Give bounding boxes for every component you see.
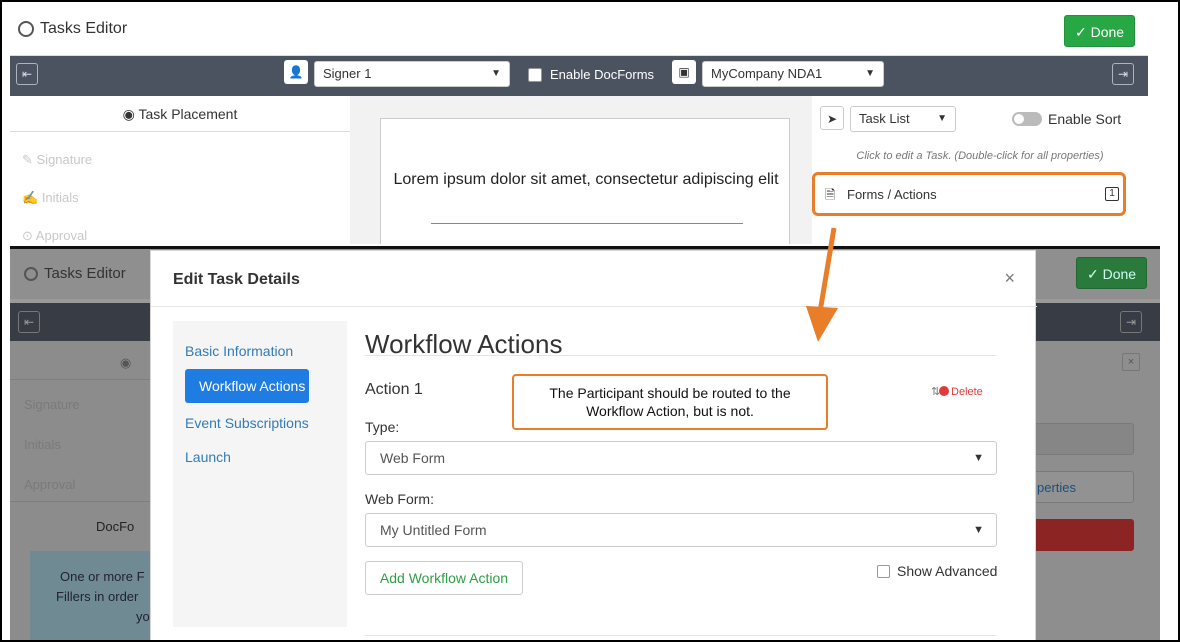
initials-label: Initials (41, 190, 79, 205)
chevron-down-icon: ▼ (865, 68, 875, 79)
approval-icon: ⊙ (22, 228, 36, 243)
enable-sort-toggle[interactable] (1012, 112, 1042, 126)
task-placement-header: ◉ Task Placement (10, 96, 350, 132)
count-badge: 1 (1105, 187, 1119, 201)
add-workflow-action-button[interactable]: Add Workflow Action (365, 561, 523, 595)
done-button[interactable]: ✓ Done (1064, 15, 1136, 47)
top-screenshot: Tasks Editor ✓ Done ⇤ 👤 Signer 1 ▼ Enable… (10, 6, 1148, 244)
type-select-value: Web Form (380, 450, 446, 466)
close-icon[interactable]: × (1122, 353, 1140, 371)
delete-icon[interactable] (939, 386, 949, 396)
enable-docforms-label: Enable DocForms (550, 67, 655, 82)
web-form-label: Web Form: (365, 491, 434, 507)
collapse-right-icon[interactable]: ⇥ (1120, 311, 1142, 333)
nav-event-subscriptions[interactable]: Event Subscriptions (185, 415, 309, 431)
initials-icon: ✍ (22, 190, 42, 205)
title-bar: Tasks Editor ✓ Done (10, 6, 1148, 56)
task-placement-pane: ◉ Task Placement ✎ Signature ✍ Initials … (10, 96, 350, 244)
enable-docforms-checkbox[interactable] (528, 68, 542, 82)
document-page: Lorem ipsum dolor sit amet, consectetur … (380, 118, 790, 244)
type-label: Type: (365, 419, 400, 435)
screenshot-frame: { "top": { "title": "Tasks Editor", "don… (0, 0, 1180, 642)
view-select-value: Task List (859, 111, 910, 126)
show-advanced-label: Show Advanced (897, 563, 998, 579)
dimmed-initials-label: Initials (24, 437, 61, 452)
signature-icon: ✎ (22, 152, 37, 167)
view-select[interactable]: Task List ▼ (850, 106, 956, 132)
enable-sort-label: Enable Sort (1048, 111, 1122, 127)
initials-task[interactable]: ✍ Initials (22, 190, 79, 206)
info-line-2: Fillers in order (56, 589, 139, 604)
forms-actions-label: Forms / Actions (847, 187, 937, 202)
dimmed-signature-item: Signature (24, 397, 80, 412)
chevron-down-icon: ▼ (973, 524, 984, 536)
delete-link[interactable]: Delete (951, 386, 983, 398)
dimmed-window-title: Tasks Editor (44, 265, 126, 282)
target-icon: ◉ (122, 106, 139, 122)
annotation-callout: The Participant should be routed to the … (512, 374, 828, 430)
dimmed-docforms-label: DocFo (96, 519, 135, 534)
document-divider (431, 223, 743, 224)
dimmed-done-button[interactable]: ✓ Done (1076, 257, 1148, 289)
dimmed-approval-label: Approval (24, 477, 76, 492)
web-form-select[interactable]: My Untitled Form ▼ (365, 513, 997, 547)
tasks-editor-icon (24, 267, 38, 281)
divider (10, 501, 155, 502)
edit-task-details-modal: Edit Task Details × Basic Information Wo… (150, 250, 1037, 640)
dimmed-info-box: One or more F Fillers in order yo (30, 551, 155, 640)
forms-actions-item[interactable]: 🗎 Forms / Actions 1 (812, 172, 1126, 216)
document-select[interactable]: MyCompany NDA1 ▼ (702, 61, 884, 87)
dimmed-right-pane: × perties (1018, 341, 1160, 640)
signature-task[interactable]: ✎ Signature (22, 152, 92, 168)
tasks-editor-icon (18, 21, 34, 37)
dimmed-properties-label: perties (1037, 480, 1077, 495)
user-icon: 👤 (284, 60, 308, 84)
approval-label: Approval (35, 228, 88, 243)
show-advanced-checkbox[interactable] (877, 565, 890, 578)
action-title: Action 1 (365, 381, 423, 398)
nav-workflow-actions[interactable]: Workflow Actions (185, 369, 309, 403)
close-icon[interactable]: × (1004, 268, 1015, 289)
heading-divider (365, 355, 997, 356)
nav-basic-information[interactable]: Basic Information (185, 343, 293, 359)
document-canvas: Lorem ipsum dolor sit amet, consectetur … (350, 96, 812, 244)
chevron-down-icon: ▼ (937, 113, 947, 124)
info-line-3: yo (136, 609, 150, 624)
footer-divider (365, 635, 997, 636)
dimmed-approval-item: Approval (24, 477, 75, 492)
document-text: Lorem ipsum dolor sit amet, consectetur … (393, 171, 779, 188)
modal-nav: Basic Information Workflow Actions Event… (173, 321, 347, 627)
toolbar: ⇤ 👤 Signer 1 ▼ Enable DocForms ▣ MyCompan… (10, 56, 1148, 96)
chevron-down-icon: ▼ (973, 452, 984, 464)
pointer-icon[interactable]: ➤ (820, 106, 844, 130)
task-list-pane: ➤ Task List ▼ Enable Sort Click to edit a… (812, 96, 1148, 244)
window-title: Tasks Editor (40, 20, 128, 37)
task-placement-title: Task Placement (138, 106, 238, 122)
nav-launch[interactable]: Launch (185, 449, 231, 465)
signer-select[interactable]: Signer 1 ▼ (314, 61, 510, 87)
collapse-left-icon[interactable]: ⇤ (16, 63, 38, 85)
task-list-hint: Click to edit a Task. (Double-click for … (856, 150, 1104, 162)
dimmed-left-pane: ◉ Signature Initials Approval DocFo One … (10, 341, 155, 640)
signature-label: Signature (36, 152, 93, 167)
collapse-right-icon[interactable]: ⇥ (1112, 63, 1134, 85)
modal-header: Edit Task Details × (151, 251, 1037, 307)
target-icon: ◉ (120, 355, 132, 370)
document-icon: 🗎 (825, 187, 836, 202)
callout-line-2: Workflow Action, but is not. (586, 403, 754, 419)
collapse-left-icon[interactable]: ⇤ (18, 311, 40, 333)
approval-task[interactable]: ⊙ Approval (22, 228, 87, 244)
dimmed-initials-item: Initials (24, 437, 61, 452)
info-line-1: One or more F (60, 569, 145, 584)
chevron-down-icon: ▼ (491, 68, 501, 79)
dimmed-signature-label: Signature (24, 397, 80, 412)
callout-line-1: The Participant should be routed to the (549, 385, 791, 401)
document-select-value: MyCompany NDA1 (711, 66, 823, 81)
pdf-document-icon: ▣ (672, 60, 696, 84)
modal-title: Edit Task Details (173, 271, 300, 288)
divider (10, 379, 155, 380)
signer-select-value: Signer 1 (323, 66, 372, 81)
web-form-select-value: My Untitled Form (380, 522, 487, 538)
type-select[interactable]: Web Form ▼ (365, 441, 997, 475)
